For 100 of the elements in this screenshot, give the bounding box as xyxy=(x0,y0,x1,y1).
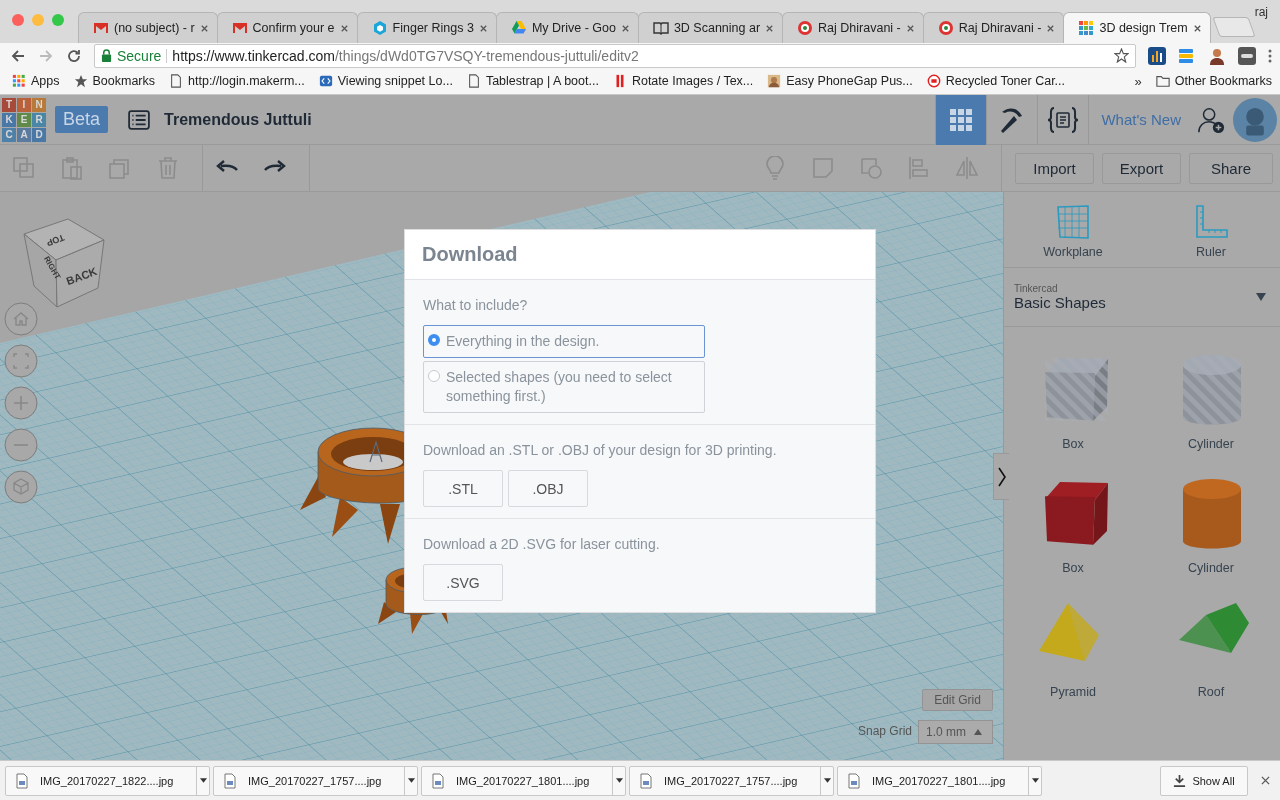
radio-button[interactable] xyxy=(428,370,440,382)
shape-item[interactable]: Box xyxy=(1004,471,1142,575)
avatar-icon[interactable] xyxy=(1233,97,1277,142)
browser-tab[interactable]: My Drive - Goo xyxy=(495,12,639,43)
grid-icon xyxy=(1078,20,1095,36)
star-icon xyxy=(73,74,88,88)
shape-item[interactable]: Cylinder xyxy=(1142,347,1280,451)
url-text: https://www.tinkercad.com/things/dWd0TG7VSQY-tremendous-juttuli/editv2 xyxy=(172,47,639,64)
file-name: IMG_20170227_1801....jpg xyxy=(456,774,591,787)
close-icon[interactable] xyxy=(905,23,915,33)
more-bookmarks-button[interactable]: » xyxy=(1134,73,1142,89)
bookmark-link[interactable]: Tablestrap | A boot... xyxy=(466,74,599,88)
download-item[interactable]: IMG_20170227_1801....jpg xyxy=(421,765,626,796)
shape-item[interactable]: Box xyxy=(1004,347,1142,451)
options-button[interactable] xyxy=(404,766,417,795)
close-icon[interactable] xyxy=(620,23,630,33)
browser-tab[interactable]: 3D Scanning ar xyxy=(637,12,784,43)
workplane-tool[interactable]: Workplane xyxy=(1004,192,1142,267)
secure-label: Secure xyxy=(117,47,162,64)
hexagon-icon xyxy=(371,20,388,36)
browser-tab[interactable]: 3D design Trem xyxy=(1063,12,1211,43)
collapse-panel-button[interactable] xyxy=(993,453,1009,500)
design-title[interactable]: Tremendous Juttuli xyxy=(164,110,312,129)
browser-tab[interactable]: Raj Dhiravani - xyxy=(782,12,924,43)
format-button[interactable]: .SVG xyxy=(423,564,503,601)
option-label: Everything in the design. xyxy=(446,332,600,351)
format-button[interactable]: .OBJ xyxy=(508,470,588,507)
grid-view-button[interactable] xyxy=(935,94,987,145)
close-icon[interactable] xyxy=(1192,23,1202,33)
library-source: Tinkercad xyxy=(1014,283,1059,294)
close-icon[interactable] xyxy=(765,23,775,33)
bookmark-link[interactable]: Bookmarks xyxy=(73,74,156,88)
browser-tab[interactable]: (no subject) - r xyxy=(78,12,218,43)
browser-tab[interactable]: Raj Dhiravani - xyxy=(922,12,1065,43)
ruler-tool[interactable]: Ruler xyxy=(1142,192,1280,267)
library-name: Basic Shapes xyxy=(1014,294,1107,311)
section-text: Download a 2D .SVG for laser cutting. xyxy=(423,536,661,552)
profile-name[interactable]: raj xyxy=(1254,0,1280,19)
person-icon[interactable] xyxy=(1208,46,1226,65)
download-item[interactable]: IMG_20170227_1757....jpg xyxy=(629,765,834,796)
star-icon[interactable] xyxy=(1114,48,1129,63)
tab-title: (no subject) - r xyxy=(114,21,195,35)
shape-library-dropdown[interactable]: Tinkercad Basic Shapes xyxy=(1004,268,1280,327)
stack-icon[interactable] xyxy=(1178,46,1196,65)
radio-button[interactable] xyxy=(428,334,440,346)
caret-icon xyxy=(615,778,623,783)
download-item[interactable]: IMG_20170227_1757....jpg xyxy=(213,765,418,796)
bookmark-link[interactable]: Easy PhoneGap Pus... xyxy=(767,74,913,88)
ring-icon xyxy=(926,74,941,88)
close-icon[interactable] xyxy=(339,23,349,33)
snap-grid-label: Snap Grid xyxy=(858,724,913,738)
download-item[interactable]: IMG_20170227_1822....jpg xyxy=(5,765,210,796)
tab-title: Finger Rings 3 xyxy=(392,21,474,35)
list-icon[interactable] xyxy=(128,109,151,130)
bookmark-link[interactable]: Apps xyxy=(12,74,60,88)
bookmark-link[interactable]: Recycled Toner Car... xyxy=(926,74,1066,88)
view-cube[interactable] xyxy=(23,218,105,308)
mail-icon xyxy=(231,20,248,36)
import-button[interactable]: Import xyxy=(1015,152,1094,184)
close-icon[interactable] xyxy=(1261,776,1270,785)
toggle-icon[interactable] xyxy=(1238,46,1256,65)
logo[interactable]: T I N K E R C A D xyxy=(2,97,46,142)
tab-title: 3D Scanning ar xyxy=(673,21,761,35)
reload-icon[interactable] xyxy=(66,47,82,64)
show-all-button[interactable]: Show All xyxy=(1160,765,1248,796)
download-item[interactable]: IMG_20170227_1801....jpg xyxy=(837,765,1042,796)
caret-icon xyxy=(974,729,982,735)
address-field[interactable]: Secure https://www.tinkercad.com/things/dWd0TG7VSQY-tremendous-juttuli/editv2 xyxy=(94,43,1136,68)
shape-item[interactable]: Cylinder xyxy=(1142,471,1280,575)
options-button[interactable] xyxy=(820,766,833,795)
bookmark-folder[interactable]: Other Bookmarks xyxy=(1155,74,1272,88)
section-text: Download an .STL or .OBJ of your design for 3D printing. xyxy=(423,442,778,458)
close-icon[interactable] xyxy=(199,23,209,33)
browser-tab[interactable]: Confirm your e xyxy=(216,12,358,43)
options-button[interactable] xyxy=(196,766,209,795)
tab-title: 3D design Trem xyxy=(1099,21,1188,35)
bookmark-link[interactable]: Viewing snippet Lo... xyxy=(318,74,453,88)
file-icon xyxy=(640,772,652,789)
shape-item[interactable]: Pyramid xyxy=(1004,595,1142,699)
close-icon[interactable] xyxy=(478,23,488,33)
include-label: What to include? xyxy=(423,297,529,313)
bookmark-link[interactable]: Rotate Images / Tex... xyxy=(612,74,754,88)
close-icon[interactable] xyxy=(1046,23,1056,33)
options-button[interactable] xyxy=(612,766,625,795)
shape-item[interactable]: Roof xyxy=(1142,595,1280,699)
file-icon xyxy=(432,772,444,789)
apps-icon xyxy=(12,74,26,88)
format-button[interactable]: .STL xyxy=(423,470,503,507)
back-icon[interactable] xyxy=(10,47,26,64)
page-icon xyxy=(466,74,481,88)
options-button[interactable] xyxy=(1028,766,1041,795)
export-button[interactable]: Export xyxy=(1102,152,1181,184)
grid-icon xyxy=(1055,204,1091,240)
browser-tab[interactable]: Finger Rings 3 xyxy=(356,12,497,43)
chart-icon[interactable] xyxy=(1148,46,1166,65)
grid-icon xyxy=(949,107,974,132)
bookmark-link[interactable]: http://login.makerm... xyxy=(169,74,305,88)
add-user-icon[interactable] xyxy=(1197,105,1225,134)
cube-face-label: TOP xyxy=(45,232,66,248)
share-button[interactable]: Share xyxy=(1189,152,1273,184)
